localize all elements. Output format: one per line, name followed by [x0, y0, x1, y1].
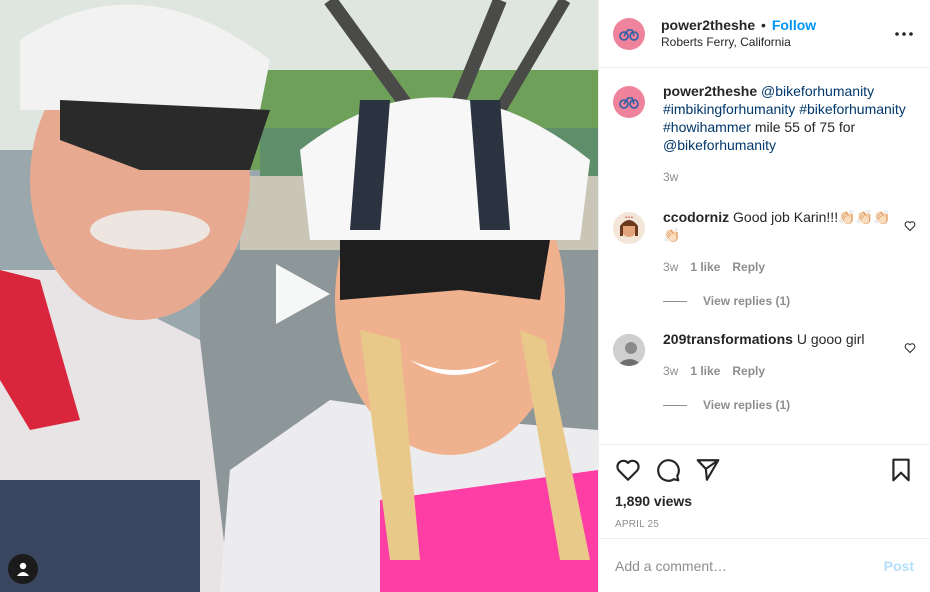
comment-meta: 3w 1 like Reply: [663, 258, 904, 276]
comment-item: ••• ccodorniz Good job Karin!!!👏🏻👏🏻👏🏻👏🏻 …: [613, 208, 916, 276]
commenter-avatar[interactable]: •••: [613, 212, 645, 244]
view-replies-label: View replies (1): [703, 294, 791, 308]
view-replies-button[interactable]: View replies (1): [663, 398, 916, 412]
post-date[interactable]: APRIL 25: [615, 519, 914, 530]
caption-hashtag[interactable]: #bikeforhumanity: [799, 101, 906, 117]
bookmark-icon[interactable]: [888, 457, 914, 483]
comment-meta: 3w 1 like Reply: [663, 362, 904, 380]
post-sidebar: power2theshe • Follow Roberts Ferry, Cal…: [598, 0, 930, 592]
caption: power2theshe @bikeforhumanity #imbikingf…: [613, 82, 916, 186]
view-replies-button[interactable]: View replies (1): [663, 294, 916, 308]
caption-time[interactable]: 3w: [663, 168, 678, 186]
heart-icon[interactable]: [904, 342, 916, 354]
heart-icon[interactable]: [904, 220, 916, 232]
replies-divider: [663, 404, 687, 406]
comment-time[interactable]: 3w: [663, 258, 678, 276]
post-actions: 1,890 views APRIL 25: [599, 444, 930, 538]
author-avatar[interactable]: [613, 17, 645, 50]
comment-username[interactable]: ccodorniz: [663, 209, 729, 225]
caption-plain-text: mile 55 of 75 for: [750, 119, 856, 135]
comment-likes[interactable]: 1 like: [690, 258, 720, 276]
post-header: power2theshe • Follow Roberts Ferry, Cal…: [599, 0, 930, 68]
reply-button[interactable]: Reply: [732, 362, 765, 380]
user-tag-icon[interactable]: [8, 554, 38, 584]
commenter-avatar[interactable]: [613, 334, 645, 366]
svg-text:•••: •••: [625, 215, 634, 221]
caption-mention[interactable]: @bikeforhumanity: [761, 83, 874, 99]
comment-username[interactable]: 209transformations: [663, 331, 793, 347]
add-comment-bar: Post: [599, 538, 930, 592]
caption-mention[interactable]: @bikeforhumanity: [663, 137, 776, 153]
instagram-post: power2theshe • Follow Roberts Ferry, Cal…: [0, 0, 930, 592]
comment-likes[interactable]: 1 like: [690, 362, 720, 380]
play-icon[interactable]: [266, 258, 336, 330]
comment-time[interactable]: 3w: [663, 362, 678, 380]
comments-section: power2theshe @bikeforhumanity #imbikingf…: [599, 68, 930, 444]
author-username[interactable]: power2theshe: [661, 17, 755, 33]
caption-meta: 3w: [663, 168, 916, 186]
header-separator: •: [761, 16, 766, 33]
view-replies-label: View replies (1): [703, 398, 791, 412]
replies-divider: [663, 300, 687, 302]
comment-item: 209transformations U gooo girl 3w 1 like…: [613, 330, 916, 380]
share-icon[interactable]: [695, 457, 721, 483]
bike-logo-icon: [619, 28, 639, 41]
heart-icon[interactable]: [615, 457, 641, 483]
comment-icon[interactable]: [655, 457, 681, 483]
reply-button[interactable]: Reply: [732, 258, 765, 276]
bike-logo-icon: [619, 97, 639, 109]
caption-hashtag[interactable]: #imbikingforhumanity: [663, 101, 795, 117]
view-count[interactable]: 1,890 views: [615, 493, 914, 509]
caption-username[interactable]: power2theshe: [663, 83, 757, 99]
post-video[interactable]: [0, 0, 598, 592]
post-location[interactable]: Roberts Ferry, California: [661, 34, 892, 51]
comment-text: U gooo girl: [796, 331, 865, 347]
caption-text: power2theshe @bikeforhumanity #imbikingf…: [663, 82, 916, 154]
more-options-icon[interactable]: [892, 22, 916, 46]
post-comment-button[interactable]: Post: [884, 558, 914, 574]
follow-button[interactable]: Follow: [772, 17, 816, 33]
caption-avatar[interactable]: [613, 86, 645, 118]
comment-input[interactable]: [615, 557, 884, 574]
caption-hashtag[interactable]: #howihammer: [663, 119, 751, 135]
